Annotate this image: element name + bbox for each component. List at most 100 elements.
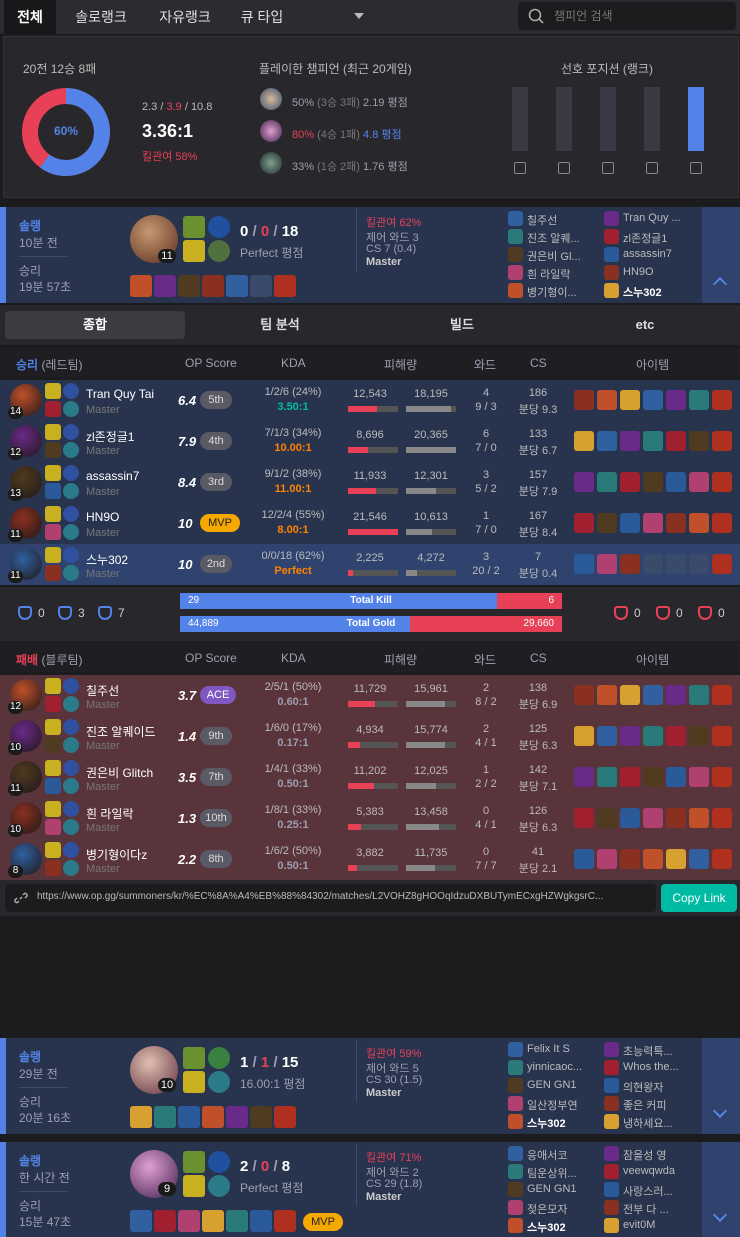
participant-name[interactable]: 스누302 bbox=[527, 1219, 599, 1235]
item-icon[interactable] bbox=[689, 685, 709, 705]
trinket-icon[interactable] bbox=[712, 849, 732, 869]
item-icon[interactable] bbox=[666, 685, 686, 705]
item-icon[interactable] bbox=[574, 849, 594, 869]
item-icon[interactable] bbox=[574, 554, 594, 574]
item-icon[interactable] bbox=[250, 275, 272, 297]
item-icon[interactable] bbox=[666, 849, 686, 869]
player-row[interactable]: 10 진조 알퀘이드 Master 1.4 9th 1/6/0 (17%) 0.17:1 4,… bbox=[0, 716, 740, 757]
trinket-icon[interactable] bbox=[712, 554, 732, 574]
player-row[interactable]: 14 Tran Quy Tai Master 6.4 5th 1/2/6 (24%) 3.5… bbox=[0, 380, 740, 421]
summoner-name[interactable]: HN9O bbox=[86, 510, 119, 524]
player-row[interactable]: 11 스누302 Master 10 2nd 0/0/18 (62%) Perfect 2,2… bbox=[0, 544, 740, 585]
participant-name[interactable]: 병기형이... bbox=[527, 284, 599, 300]
trinket-icon[interactable] bbox=[712, 472, 732, 492]
item-icon[interactable] bbox=[666, 431, 686, 451]
trinket-icon[interactable] bbox=[274, 1210, 296, 1232]
participant-name[interactable]: zl존정글1 bbox=[623, 230, 695, 246]
item-icon[interactable] bbox=[250, 1210, 272, 1232]
item-icon[interactable] bbox=[643, 513, 663, 533]
item-icon[interactable] bbox=[666, 726, 686, 746]
item-icon[interactable] bbox=[202, 1106, 224, 1128]
player-row[interactable]: 11 권은비 Glitch Master 3.5 7th 1/4/1 (33%) 0.50:… bbox=[0, 757, 740, 798]
tab-solo-rank[interactable]: 솔로랭크 bbox=[62, 0, 140, 34]
item-icon[interactable] bbox=[666, 390, 686, 410]
participant-name[interactable]: veewqwda bbox=[623, 1165, 695, 1177]
item-icon[interactable] bbox=[643, 808, 663, 828]
item-icon[interactable] bbox=[689, 849, 709, 869]
participant-name[interactable]: 초능력특... bbox=[623, 1043, 695, 1059]
summoner-name[interactable]: 칠주선 bbox=[86, 682, 119, 699]
item-icon[interactable] bbox=[130, 275, 152, 297]
trinket-icon[interactable] bbox=[712, 513, 732, 533]
item-icon[interactable] bbox=[620, 472, 640, 492]
item-icon[interactable] bbox=[643, 767, 663, 787]
participant-name[interactable]: 사랑스러... bbox=[623, 1183, 695, 1199]
participant-name[interactable]: 전부 다 ... bbox=[623, 1201, 695, 1217]
participant-name[interactable]: 의현왕자 bbox=[623, 1079, 695, 1095]
summoner-name[interactable]: assassin7 bbox=[86, 469, 139, 483]
item-icon[interactable] bbox=[178, 1106, 200, 1128]
item-icon[interactable] bbox=[597, 472, 617, 492]
item-icon[interactable] bbox=[620, 685, 640, 705]
item-icon[interactable] bbox=[643, 726, 663, 746]
trinket-icon[interactable] bbox=[712, 685, 732, 705]
participant-name[interactable]: Tran Quy ... bbox=[623, 212, 695, 224]
item-icon[interactable] bbox=[643, 472, 663, 492]
participant-name[interactable]: assassin7 bbox=[623, 248, 695, 260]
chevron-down-icon[interactable] bbox=[354, 13, 364, 19]
participant-name[interactable]: 진조 알퀘... bbox=[527, 230, 599, 246]
summoner-name[interactable]: 흰 라일락 bbox=[86, 805, 134, 822]
tab-all[interactable]: 전체 bbox=[4, 0, 56, 34]
participant-name[interactable]: evit0M bbox=[623, 1219, 695, 1231]
participant-name[interactable]: 응애서코 bbox=[527, 1147, 599, 1163]
player-row[interactable]: 8 병기형이다z Master 2.2 8th 1/6/2 (50%) 0.50:1 3,88… bbox=[0, 839, 740, 880]
item-icon[interactable] bbox=[574, 431, 594, 451]
item-icon[interactable] bbox=[597, 431, 617, 451]
tab-etc[interactable]: etc bbox=[555, 311, 735, 339]
participant-name[interactable]: 스누302 bbox=[623, 284, 695, 300]
participant-name[interactable]: 칠주선 bbox=[527, 212, 599, 228]
tab-queue-type[interactable]: 큐 타입 bbox=[230, 0, 294, 34]
expand-button[interactable] bbox=[702, 207, 740, 303]
summoner-name[interactable]: 병기형이다z bbox=[86, 846, 147, 863]
search-input[interactable] bbox=[554, 6, 724, 26]
item-icon[interactable] bbox=[620, 390, 640, 410]
item-icon[interactable] bbox=[620, 554, 640, 574]
item-icon[interactable] bbox=[574, 726, 594, 746]
item-icon[interactable] bbox=[666, 808, 686, 828]
trinket-icon[interactable] bbox=[712, 431, 732, 451]
participant-name[interactable]: GEN GN1 bbox=[527, 1183, 599, 1195]
trinket-icon[interactable] bbox=[712, 767, 732, 787]
participant-name[interactable]: 일산정부연 bbox=[527, 1097, 599, 1113]
item-icon[interactable] bbox=[574, 808, 594, 828]
player-row[interactable]: 12 zl존정글1 Master 7.9 4th 7/1/3 (34%) 10.00:1 8,… bbox=[0, 421, 740, 462]
tab-overview[interactable]: 종합 bbox=[5, 311, 185, 339]
item-icon[interactable] bbox=[620, 767, 640, 787]
item-icon[interactable] bbox=[666, 554, 686, 574]
item-icon[interactable] bbox=[178, 275, 200, 297]
item-icon[interactable] bbox=[620, 849, 640, 869]
item-icon[interactable] bbox=[689, 472, 709, 492]
item-icon[interactable] bbox=[202, 275, 224, 297]
item-icon[interactable] bbox=[226, 1106, 248, 1128]
item-icon[interactable] bbox=[226, 275, 248, 297]
trinket-icon[interactable] bbox=[274, 275, 296, 297]
expand-button[interactable] bbox=[702, 1142, 740, 1237]
item-icon[interactable] bbox=[643, 685, 663, 705]
item-icon[interactable] bbox=[620, 726, 640, 746]
item-icon[interactable] bbox=[666, 513, 686, 533]
item-icon[interactable] bbox=[689, 431, 709, 451]
participant-name[interactable]: 권은비 Gl... bbox=[527, 248, 599, 264]
item-icon[interactable] bbox=[597, 808, 617, 828]
summoner-name[interactable]: Tran Quy Tai bbox=[86, 387, 154, 401]
item-icon[interactable] bbox=[689, 767, 709, 787]
item-icon[interactable] bbox=[643, 390, 663, 410]
item-icon[interactable] bbox=[643, 554, 663, 574]
participant-name[interactable]: Whos the... bbox=[623, 1061, 695, 1073]
item-icon[interactable] bbox=[250, 1106, 272, 1128]
item-icon[interactable] bbox=[574, 390, 594, 410]
item-icon[interactable] bbox=[620, 431, 640, 451]
item-icon[interactable] bbox=[666, 767, 686, 787]
share-url-field[interactable]: https://www.op.gg/summoners/kr/%EC%8A%A4… bbox=[5, 884, 656, 912]
summoner-name[interactable]: 권은비 Glitch bbox=[86, 764, 153, 781]
